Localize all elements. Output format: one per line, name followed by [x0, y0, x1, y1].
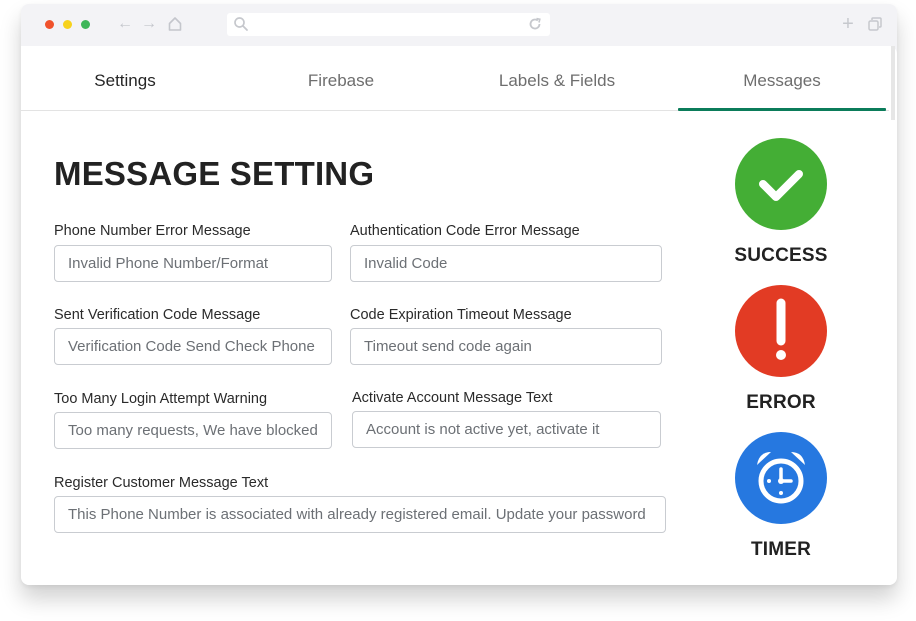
- status-error: ERROR: [721, 285, 841, 414]
- status-timer-label: TIMER: [750, 539, 812, 560]
- tab-messages[interactable]: Messages: [678, 46, 886, 111]
- phone-error-input[interactable]: [54, 245, 332, 282]
- page-content: Settings Firebase Labels & Fields Messag…: [21, 46, 897, 585]
- auth-code-error-input[interactable]: [350, 245, 662, 282]
- plus-icon[interactable]: +: [839, 14, 857, 34]
- tab-labels-fields[interactable]: Labels & Fields: [453, 46, 661, 110]
- too-many-attempts-label: Too Many Login Attempt Warning: [54, 391, 268, 407]
- scrollbar[interactable]: [891, 46, 895, 120]
- home-icon[interactable]: [166, 14, 184, 34]
- auth-code-error-label: Authentication Code Error Message: [350, 223, 580, 239]
- maximize-window-button[interactable]: [81, 20, 90, 29]
- code-expiration-label: Code Expiration Timeout Message: [350, 307, 572, 323]
- register-customer-label: Register Customer Message Text: [54, 475, 269, 491]
- phone-error-label: Phone Number Error Message: [54, 223, 251, 239]
- reload-icon[interactable]: [527, 16, 543, 32]
- status-error-label: ERROR: [746, 392, 816, 413]
- tab-bar: Settings Firebase Labels & Fields Messag…: [21, 46, 889, 111]
- address-bar[interactable]: [227, 13, 550, 36]
- too-many-attempts-input[interactable]: [54, 412, 332, 449]
- close-window-button[interactable]: [45, 20, 54, 29]
- tab-firebase[interactable]: Firebase: [237, 46, 445, 110]
- minimize-window-button[interactable]: [63, 20, 72, 29]
- exclamation-icon: [735, 285, 827, 377]
- status-timer: TIMER: [721, 432, 841, 561]
- activate-account-input[interactable]: [352, 411, 661, 448]
- page-title: MESSAGE SETTING: [54, 155, 375, 192]
- checkmark-icon: [735, 138, 827, 230]
- register-customer-input[interactable]: [54, 496, 666, 533]
- status-success-label: SUCCESS: [734, 245, 828, 266]
- activate-account-label: Activate Account Message Text: [352, 390, 553, 406]
- status-success: SUCCESS: [721, 138, 841, 267]
- arrow-right-icon[interactable]: →: [140, 14, 158, 34]
- tab-settings[interactable]: Settings: [21, 46, 229, 110]
- search-icon: [233, 16, 249, 32]
- browser-titlebar: ← → +: [21, 4, 897, 46]
- arrow-left-icon[interactable]: ←: [116, 14, 134, 34]
- sent-verification-input[interactable]: [54, 328, 332, 365]
- alarm-clock-icon: [735, 432, 827, 524]
- code-expiration-input[interactable]: [350, 328, 662, 365]
- browser-window: ← → + Settings Firebase Labels & Fields …: [21, 4, 897, 585]
- sent-verification-label: Sent Verification Code Message: [54, 307, 261, 323]
- copy-icon[interactable]: [867, 16, 883, 32]
